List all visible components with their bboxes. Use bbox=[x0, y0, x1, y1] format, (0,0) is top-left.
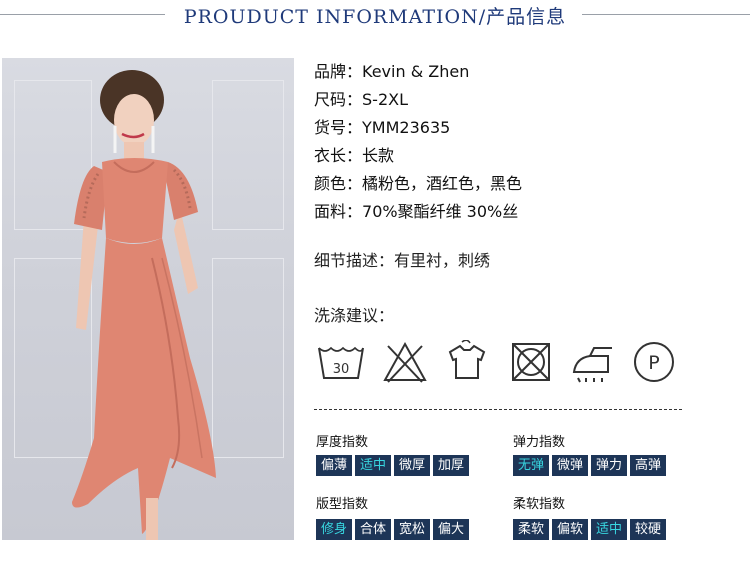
thickness-option: 加厚 bbox=[433, 455, 470, 476]
spec-length: 衣长：长款 bbox=[314, 146, 522, 174]
washing-title: 洗涤建议： bbox=[314, 306, 395, 325]
thickness-option-selected: 适中 bbox=[355, 455, 392, 476]
spec-item-number: 货号：YMM23635 bbox=[314, 118, 522, 146]
fit-option-selected: 修身 bbox=[316, 519, 353, 540]
thickness-index-options: 偏薄 适中 微厚 加厚 bbox=[316, 455, 470, 476]
spec-key: 面料： bbox=[314, 202, 363, 221]
spec-key: 品牌： bbox=[314, 62, 363, 81]
fit-option: 合体 bbox=[355, 519, 392, 540]
detail-value: 有里衬，刺绣 bbox=[394, 251, 491, 270]
title-rule-right bbox=[582, 14, 750, 15]
section-divider bbox=[314, 409, 682, 410]
fit-option: 偏大 bbox=[433, 519, 470, 540]
elasticity-option: 弹力 bbox=[591, 455, 628, 476]
hang-dry-icon bbox=[448, 340, 486, 379]
spec-colors: 颜色：橘粉色，酒红色，黑色 bbox=[314, 174, 522, 202]
spec-value: 橘粉色，酒红色，黑色 bbox=[362, 174, 523, 193]
spec-key: 颜色： bbox=[314, 174, 363, 193]
spec-key: 衣长： bbox=[314, 146, 363, 165]
softness-index-title: 柔软指数 bbox=[513, 497, 566, 512]
title-rule-left bbox=[0, 14, 165, 15]
dry-clean-letter: P bbox=[648, 352, 659, 374]
spec-fabric: 面料：70%聚酯纤维 30%丝 bbox=[314, 202, 522, 230]
no-bleach-icon bbox=[383, 341, 427, 383]
detail-description: 细节描述：有里衬，刺绣 bbox=[314, 247, 490, 271]
detail-label: 细节描述： bbox=[314, 251, 395, 270]
spec-value: S-2XL bbox=[362, 90, 408, 109]
elasticity-option: 高弹 bbox=[630, 455, 667, 476]
model-illustration bbox=[72, 70, 216, 540]
elasticity-index-title: 弹力指数 bbox=[513, 435, 566, 450]
spec-size: 尺码：S-2XL bbox=[314, 90, 522, 118]
fit-option: 宽松 bbox=[394, 519, 431, 540]
spec-value: Kevin & Zhen bbox=[362, 62, 470, 81]
spec-key: 货号： bbox=[314, 118, 363, 137]
elasticity-index-options: 无弹 微弹 弹力 高弹 bbox=[513, 455, 667, 476]
spec-brand: 品牌：Kevin & Zhen bbox=[314, 62, 522, 90]
fit-index-title: 版型指数 bbox=[316, 497, 369, 512]
spec-value: 长款 bbox=[362, 146, 395, 165]
fit-index-options: 修身 合体 宽松 偏大 bbox=[316, 519, 470, 540]
spec-value: YMM23635 bbox=[362, 118, 451, 137]
spec-value: 70%聚酯纤维 30%丝 bbox=[362, 202, 519, 221]
softness-option: 柔软 bbox=[513, 519, 550, 540]
wash-temperature: 30 bbox=[333, 362, 350, 377]
thickness-option: 偏薄 bbox=[316, 455, 353, 476]
dry-clean-p-icon: P bbox=[634, 342, 674, 382]
softness-option-selected: 适中 bbox=[591, 519, 628, 540]
softness-index-options: 柔软 偏软 适中 较硬 bbox=[513, 519, 667, 540]
spec-key: 尺码： bbox=[314, 90, 363, 109]
thickness-option: 微厚 bbox=[394, 455, 431, 476]
iron-icon bbox=[572, 347, 612, 383]
page-title: PROUDUCT INFORMATION/产品信息 bbox=[183, 6, 567, 28]
no-tumble-dry-icon bbox=[512, 343, 550, 381]
softness-option: 偏软 bbox=[552, 519, 589, 540]
spec-list: 品牌：Kevin & Zhen 尺码：S-2XL 货号：YMM23635 衣长：… bbox=[314, 62, 522, 230]
thickness-index-title: 厚度指数 bbox=[316, 435, 369, 450]
elasticity-option: 微弹 bbox=[552, 455, 589, 476]
product-photo bbox=[2, 58, 294, 540]
wash-30-icon: 30 bbox=[318, 346, 364, 379]
softness-option: 较硬 bbox=[630, 519, 667, 540]
elasticity-option-selected: 无弹 bbox=[513, 455, 550, 476]
